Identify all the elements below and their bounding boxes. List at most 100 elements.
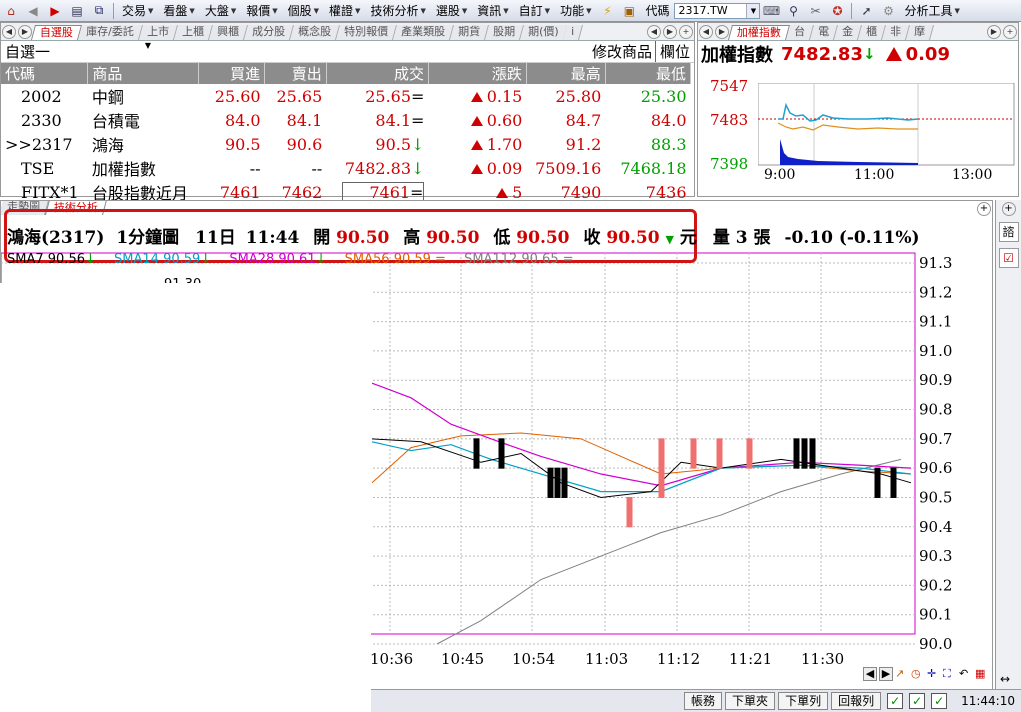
menu-screener[interactable]: 選股 ▼ [431,2,472,19]
tab-industry[interactable]: 產業類股 [392,25,454,40]
undo-icon[interactable]: ↶ [959,667,973,681]
tools-icon[interactable]: ✂ [806,3,824,19]
status-checkbox-2[interactable]: ✓ [909,693,926,709]
next-icon[interactable]: ▶ [715,25,729,39]
high-value: 90.50 [426,228,480,248]
group-select[interactable]: 自選一 ▼ [5,41,155,62]
header-low[interactable]: 最低 [605,63,692,84]
menu-custom[interactable]: 自訂 ▼ [514,2,555,19]
table-row[interactable]: 2002 中鋼 25.60 25.65 25.65= 0.15 25.80 25… [1,84,691,108]
settings-icon[interactable]: ⚙ [879,3,897,19]
next-icon[interactable]: ▶ [18,25,32,39]
header-bid[interactable]: 買進 [198,63,266,84]
header-change[interactable]: 漲跌 [428,63,527,84]
tab-watchlist[interactable]: 自選股 [30,25,83,40]
chevron-down-icon[interactable]: ▼ [746,3,760,18]
status-bar: 帳務 下單夾 下單列 回報列 ✓ ✓ ✓ 11:44:10 [371,689,1021,712]
chart-settings-icon[interactable]: ▦ [975,667,989,681]
zoom-in-icon[interactable]: + [1001,202,1016,216]
prev-icon[interactable]: ◀ [2,25,16,39]
tab-components[interactable]: 成分股 [243,25,294,40]
back-icon[interactable]: ◀ [24,3,42,19]
next-icon[interactable]: ▶ [663,25,677,39]
menu-warrant[interactable]: 權證 ▼ [324,2,365,19]
table-row[interactable]: 2330 台積電 84.0 84.1 84.1= 0.60 84.7 84.0 [1,108,691,132]
cell-name: 中鋼 [91,88,124,107]
clock-icon[interactable]: ◷ [911,667,925,681]
popout-icon[interactable]: ⧉ [90,3,108,19]
header-name[interactable]: 商品 [87,63,200,84]
tab-more[interactable]: i [563,25,584,40]
tab-futures[interactable]: 期貨 [449,25,489,40]
index-sparkline: 9:00 11:00 13:00 [758,83,1015,183]
watchlist-panel: ◀ ▶ 自選股 庫存/委託 上市 上櫃 興櫃 成分股 概念股 特別報價 產業類股… [0,22,695,203]
menu-market[interactable]: 大盤 ▼ [200,2,241,19]
prev-icon[interactable]: ◀ [699,25,713,39]
menu-analysis-tools[interactable]: 分析工具 ▼ [899,2,964,19]
modify-button[interactable]: 修改商品 [589,41,656,62]
tab-otc[interactable]: 上櫃 [173,25,213,40]
fit-icon[interactable]: ⛶ [943,667,957,681]
code-input[interactable]: 2317.TW ▼ [674,2,761,19]
notepad-icon[interactable]: ▣ [620,3,638,19]
menu-stock[interactable]: 個股 ▼ [283,2,324,19]
resize-icon[interactable]: ↔ [1000,672,1010,686]
header-code[interactable]: 代碼 [1,63,89,84]
search-icon[interactable]: ⚲ [784,3,802,19]
table-row[interactable]: >>2317 鴻海 90.5 90.6 90.5↓ 1.70 91.2 88.3 [1,132,691,156]
menu-label: 選股 [435,4,460,18]
zoom-in-icon[interactable]: + [1003,25,1017,39]
watchlist-table: 代碼 商品 買進 賣出 成交 漲跌 最高 最低 2002 中鋼 25.60 25… [1,63,692,204]
keyboard-icon[interactable]: ⌨ [762,3,780,19]
account-button[interactable]: 帳務 [684,692,723,710]
tab-concept[interactable]: 概念股 [289,25,340,40]
stock-name: 鴻海(2317) [7,228,105,248]
order-folder-button[interactable]: 下單夾 [725,692,776,710]
menu-info[interactable]: 資訊 ▼ [472,2,513,19]
chart-tool-icon[interactable]: ↗ [895,667,909,681]
menu-watch[interactable]: 看盤 ▼ [158,2,199,19]
menu-functions[interactable]: 功能 ▼ [555,2,596,19]
check-icon[interactable]: ☑ [998,248,1019,268]
change-value: 5 [512,182,523,202]
header-ask[interactable]: 賣出 [264,63,327,84]
column-button[interactable]: 欄位 [656,41,694,62]
side-tab-label[interactable]: 諮 [998,222,1019,242]
print-icon[interactable]: ▤ [68,3,86,19]
menu-technical[interactable]: 技術分析 ▼ [365,2,430,19]
forward-icon[interactable]: ▶ [46,3,64,19]
menu-quote[interactable]: 報價 ▼ [241,2,282,19]
status-checkbox-1[interactable]: ✓ [887,693,904,709]
prev-icon[interactable]: ◀ [647,25,661,39]
table-row[interactable]: TSE 加權指數 -- -- 7482.83↓ 0.09 7509.16 746… [1,156,691,180]
zoom-in-icon[interactable]: + [679,25,693,39]
next-icon[interactable]: ▶ [987,25,1001,39]
candle-body [473,438,480,469]
menu-trade[interactable]: 交易 ▼ [117,2,158,19]
header-last[interactable]: 成交 [326,63,429,84]
crosshair-icon[interactable]: ✛ [927,667,941,681]
lightning-icon[interactable]: ⚡ [598,3,616,19]
group-select-value: 自選一 [5,43,51,61]
y-tick-label: 90.0 [919,635,952,653]
cell-change: 0.15 [428,84,526,108]
header-high[interactable]: 最高 [526,63,606,84]
pointer-icon[interactable]: ➚ [857,3,875,19]
tab-listed[interactable]: 上市 [138,25,178,40]
tab-emerging[interactable]: 興櫃 [208,25,248,40]
tab-inventory[interactable]: 庫存/委託 [77,25,143,40]
zoom-in-icon[interactable]: + [977,202,991,216]
alert-icon[interactable]: ✪ [828,3,846,19]
tab-msci[interactable]: 摩 [905,25,935,40]
home-icon[interactable]: ⌂ [2,3,20,19]
scroll-right-button[interactable]: ▶ [879,667,893,681]
order-bar-button[interactable]: 下單列 [778,692,829,710]
tab-stock-futures[interactable]: 股期 [484,25,524,40]
report-bar-button[interactable]: 回報列 [831,692,882,710]
scroll-left-button[interactable]: ◀ [863,667,877,681]
down-arrow-icon: ↓ [84,252,96,267]
tab-options[interactable]: 期(價) [519,25,568,40]
status-checkbox-3[interactable]: ✓ [931,693,948,709]
tab-special[interactable]: 特別報價 [335,25,397,40]
tab-taiex[interactable]: 加權指數 [727,25,791,40]
